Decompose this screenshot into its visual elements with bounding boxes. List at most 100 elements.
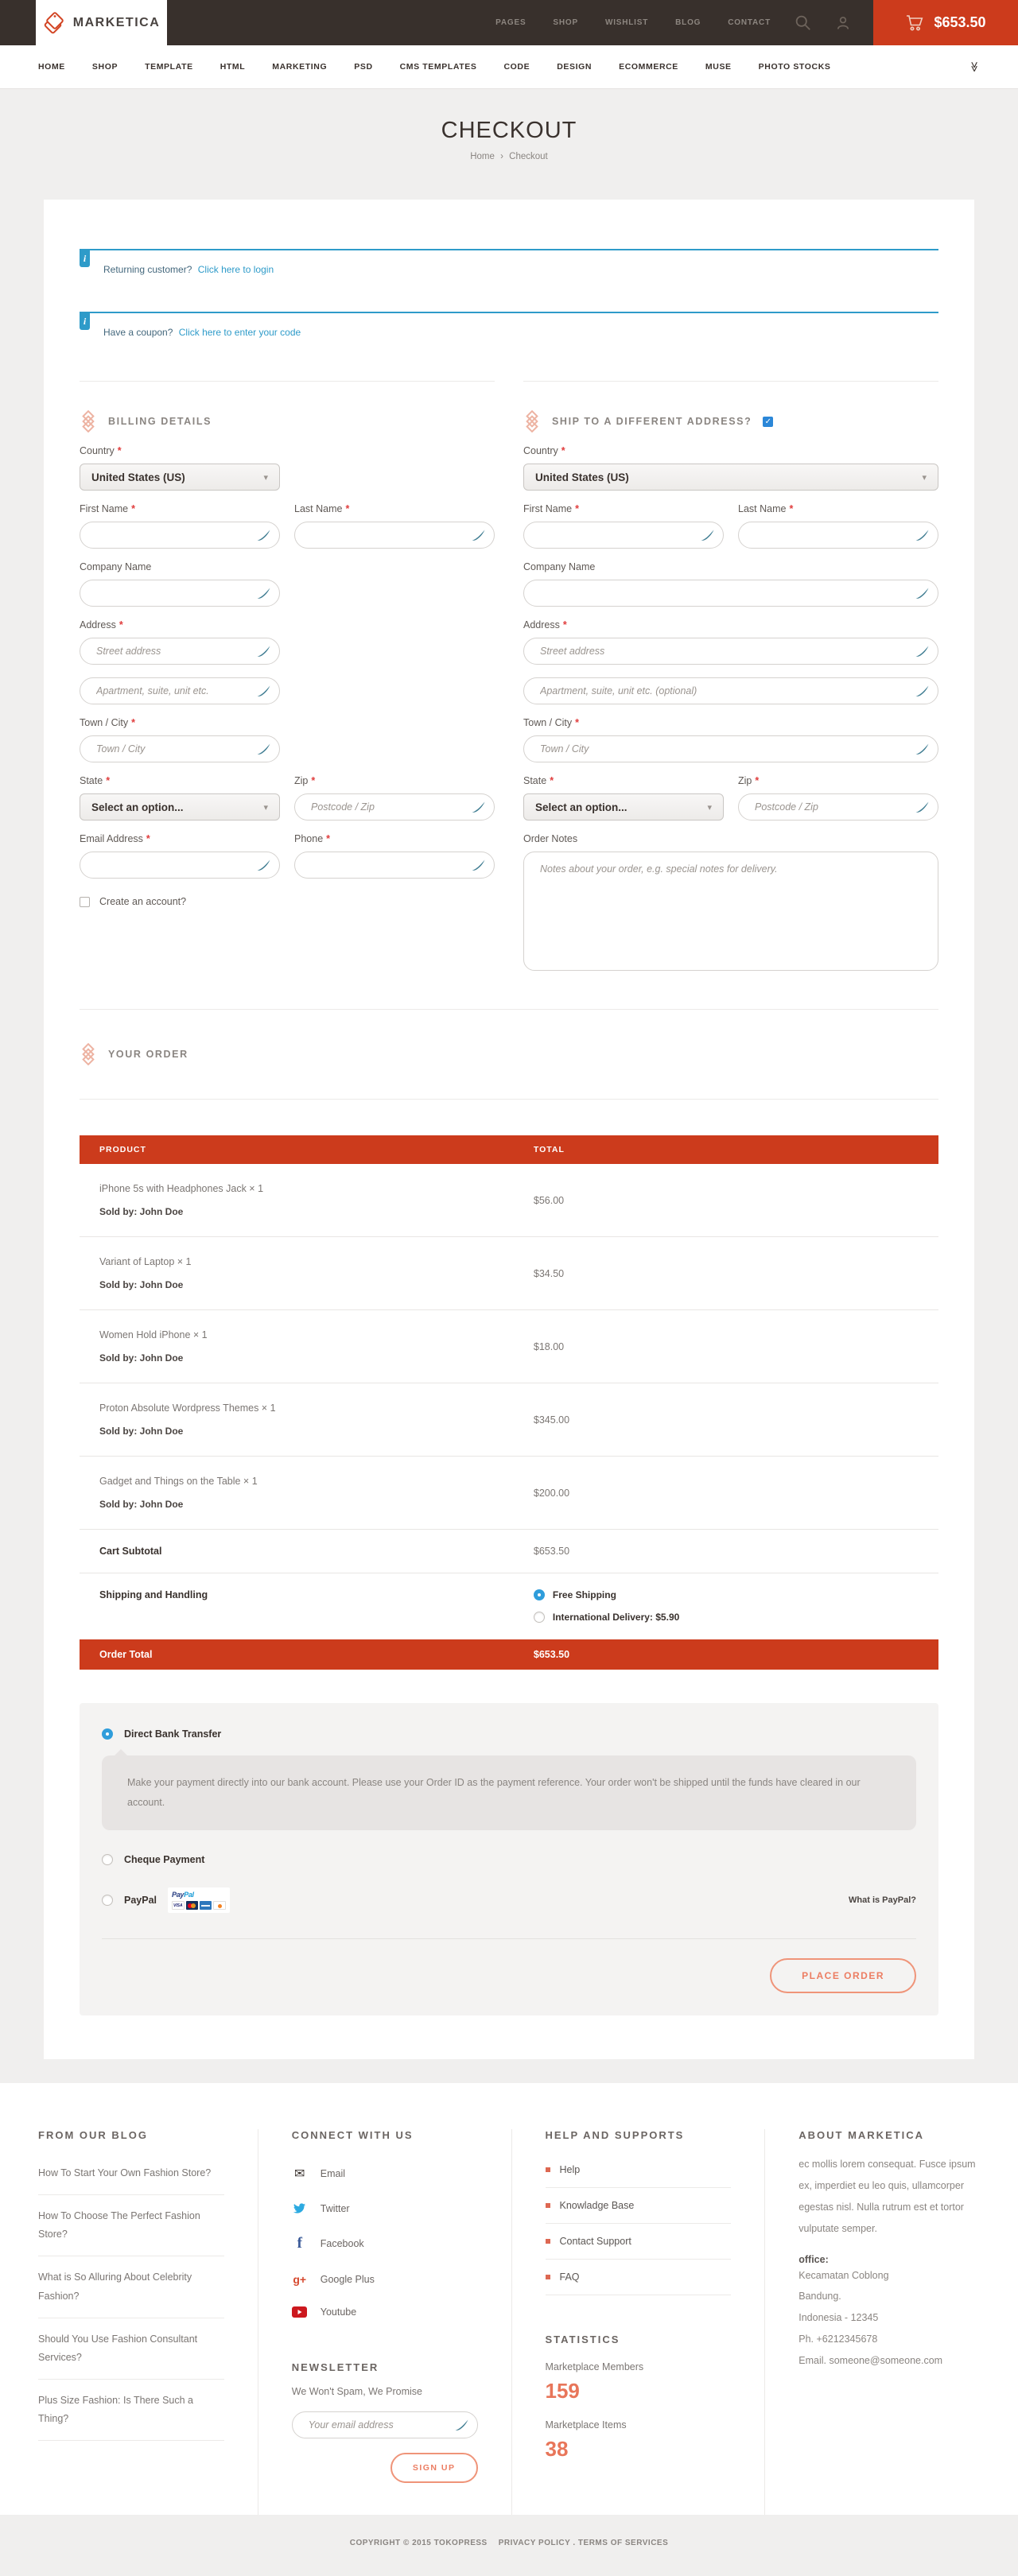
social-facebook-link[interactable]: Facebook — [321, 2238, 364, 2249]
list-item: Twitter — [292, 2192, 478, 2225]
shipping-country-select[interactable]: United States (US) — [523, 464, 938, 491]
what-is-paypal-link[interactable]: What is PayPal? — [849, 1895, 916, 1905]
signup-button[interactable]: SIGN UP — [390, 2453, 478, 2483]
billing-country-select[interactable]: United States (US) — [80, 464, 280, 491]
billing-title: BILLING DETAILS — [108, 416, 212, 427]
footer-help-column: HELP AND SUPPORTS Help Knowladge Base Co… — [511, 2129, 765, 2515]
help-link[interactable]: Contact Support — [546, 2224, 732, 2260]
product-seller: Sold by: John Doe — [99, 1426, 534, 1437]
amex-icon — [200, 1901, 212, 1910]
cat-ecommerce[interactable]: ECOMMERCE — [619, 62, 678, 72]
shipping-street-input[interactable] — [524, 638, 938, 664]
blog-link[interactable]: Plus Size Fashion: Is There Such a Thing… — [38, 2380, 224, 2441]
paypal-radio[interactable] — [102, 1895, 113, 1906]
checkout-card: Returning customer? Click here to login … — [44, 200, 974, 2059]
international-delivery-radio[interactable] — [534, 1612, 545, 1623]
help-link[interactable]: Help — [546, 2152, 732, 2188]
cart-button[interactable]: $653.50 — [873, 0, 1018, 45]
social-youtube-link[interactable]: Youtube — [321, 2306, 356, 2318]
blog-link[interactable]: Should You Use Fashion Consultant Servic… — [38, 2318, 224, 2380]
billing-first-name-label: First Name* — [80, 503, 280, 514]
billing-zip-label: Zip* — [294, 775, 495, 786]
shipping-zip-input[interactable] — [739, 794, 938, 820]
bullet-icon — [546, 2203, 550, 2208]
cat-home[interactable]: HOME — [38, 62, 65, 72]
shipping-zip-label: Zip* — [738, 775, 938, 786]
cheque-payment-radio[interactable] — [102, 1854, 113, 1865]
place-order-button[interactable]: PLACE ORDER — [770, 1958, 916, 1993]
cat-psd[interactable]: PSD — [354, 62, 372, 72]
social-twitter-link[interactable]: Twitter — [321, 2203, 350, 2214]
billing-state-select[interactable]: Select an option... — [80, 793, 280, 821]
cat-code[interactable]: CODE — [503, 62, 530, 72]
billing-street-input[interactable] — [80, 638, 279, 664]
email-icon — [292, 2166, 308, 2182]
table-row: Women Hold iPhone × 1Sold by: John Doe $… — [80, 1310, 938, 1383]
order-notes-textarea[interactable] — [524, 852, 938, 970]
create-account-checkbox[interactable] — [80, 897, 90, 907]
billing-last-name-label: Last Name* — [294, 503, 495, 514]
more-categories-icon[interactable] — [969, 60, 980, 74]
billing-zip-input[interactable] — [295, 794, 494, 820]
shipping-last-name-input[interactable] — [739, 522, 938, 548]
billing-company-input[interactable] — [80, 580, 279, 606]
shipping-state-select[interactable]: Select an option... — [523, 793, 724, 821]
cat-photo-stocks[interactable]: PHOTO STOCKS — [759, 62, 831, 72]
footer-blog-column: FROM OUR BLOG How To Start Your Own Fash… — [0, 2129, 258, 2515]
cat-muse[interactable]: MUSE — [705, 62, 732, 72]
billing-town-input[interactable] — [80, 736, 279, 762]
newsletter-email-input[interactable] — [293, 2412, 477, 2438]
top-nav-shop[interactable]: SHOP — [553, 18, 578, 27]
about-title: ABOUT MARKETICA — [798, 2129, 985, 2141]
social-email-link[interactable]: Email — [321, 2168, 345, 2179]
social-googleplus-link[interactable]: Google Plus — [321, 2274, 375, 2285]
top-nav-contact[interactable]: CONTACT — [728, 18, 771, 27]
bank-transfer-radio[interactable] — [102, 1728, 113, 1740]
list-item: Google Plus — [292, 2263, 478, 2296]
stat-items-value: 38 — [546, 2437, 732, 2462]
legal-links[interactable]: PRIVACY POLICY . TERMS OF SERVICES — [499, 2539, 669, 2547]
billing-first-name-input[interactable] — [80, 522, 279, 548]
shipping-row: Shipping and Handling Free Shipping Inte… — [80, 1573, 938, 1639]
free-shipping-radio[interactable] — [534, 1589, 545, 1600]
cat-template[interactable]: TEMPLATE — [145, 62, 193, 72]
top-nav-blog[interactable]: BLOG — [675, 18, 701, 27]
login-link[interactable]: Click here to login — [198, 264, 274, 275]
cat-marketing[interactable]: MARKETING — [272, 62, 327, 72]
user-icon[interactable] — [835, 15, 851, 31]
site-footer: FROM OUR BLOG How To Start Your Own Fash… — [0, 2083, 1018, 2515]
product-total: $56.00 — [534, 1195, 919, 1206]
top-nav-wishlist[interactable]: WISHLIST — [605, 18, 648, 27]
help-link[interactable]: Knowladge Base — [546, 2188, 732, 2224]
blog-link[interactable]: How To Start Your Own Fashion Store? — [38, 2152, 224, 2195]
coupon-notice: Have a coupon? Click here to enter your … — [80, 312, 938, 359]
billing-email-input[interactable] — [80, 852, 279, 878]
coupon-link[interactable]: Click here to enter your code — [179, 327, 301, 338]
cat-html[interactable]: HTML — [220, 62, 246, 72]
search-icon[interactable] — [795, 14, 811, 31]
order-title: YOUR ORDER — [108, 1049, 188, 1060]
top-nav-pages[interactable]: PAGES — [495, 18, 526, 27]
layers-icon — [523, 410, 541, 433]
page-title: CHECKOUT — [0, 118, 1018, 144]
shipping-town-input[interactable] — [524, 736, 938, 762]
table-row: Proton Absolute Wordpress Themes × 1Sold… — [80, 1383, 938, 1457]
brand-logo[interactable]: MARKETICA — [36, 0, 167, 45]
breadcrumb-home[interactable]: Home — [470, 152, 495, 161]
shipping-title: SHIP TO A DIFFERENT ADDRESS? — [552, 416, 752, 427]
cat-shop[interactable]: SHOP — [92, 62, 118, 72]
billing-apartment-input[interactable] — [80, 678, 279, 704]
shipping-company-input[interactable] — [524, 580, 938, 606]
billing-last-name-input[interactable] — [295, 522, 494, 548]
blog-link[interactable]: What is So Alluring About Celebrity Fash… — [38, 2256, 224, 2318]
cat-design[interactable]: DESIGN — [557, 62, 592, 72]
blog-link[interactable]: How To Choose The Perfect Fashion Store? — [38, 2195, 224, 2256]
cat-cms-templates[interactable]: CMS TEMPLATES — [400, 62, 477, 72]
about-text: ec mollis lorem consequat. Fusce ipsum e… — [798, 2154, 985, 2240]
shipping-apartment-input[interactable] — [524, 678, 938, 704]
help-link[interactable]: FAQ — [546, 2260, 732, 2295]
ship-different-checkbox[interactable] — [763, 417, 773, 427]
billing-phone-input[interactable] — [295, 852, 494, 878]
shipping-first-name-input[interactable] — [524, 522, 723, 548]
bullet-icon — [546, 2275, 550, 2279]
